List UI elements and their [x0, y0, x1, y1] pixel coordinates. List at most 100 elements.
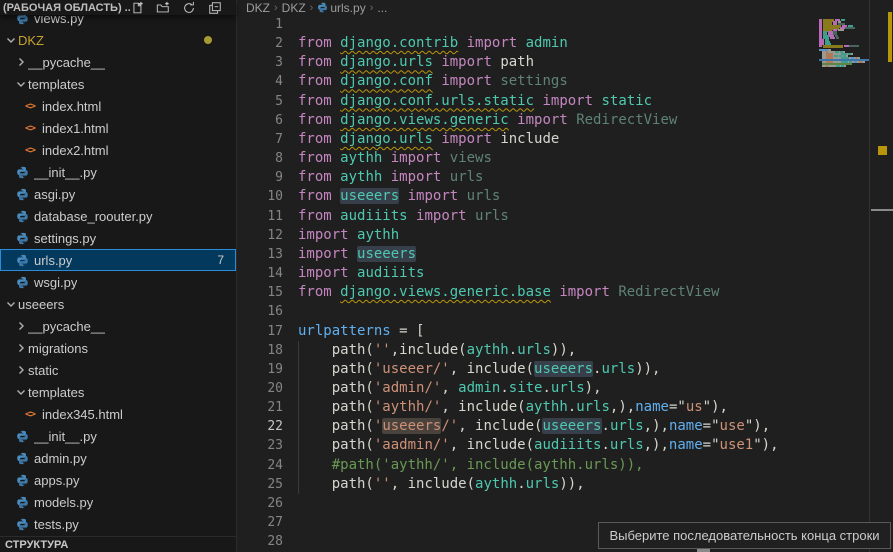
code-line-19[interactable]: path('useeer/', include(useeers.urls)), [298, 360, 779, 379]
tree-item-label: apps.py [34, 473, 80, 488]
line-number-9[interactable]: 9 [238, 168, 292, 187]
code-line-10[interactable]: from useeers import urls [298, 187, 779, 206]
code-line-17[interactable]: urlpatterns = [ [298, 322, 779, 341]
line-number-1[interactable]: 1 [238, 15, 292, 34]
line-number-12[interactable]: 12 [238, 226, 292, 245]
code-line-6[interactable]: from django.views.generic import Redirec… [298, 111, 779, 130]
collapse-all-icon[interactable] [208, 1, 222, 15]
line-number-18[interactable]: 18 [238, 341, 292, 360]
line-number-8[interactable]: 8 [238, 149, 292, 168]
code-line-13[interactable]: import useeers [298, 245, 779, 264]
code-line-5[interactable]: from django.conf.urls.static import stat… [298, 92, 779, 111]
breadcrumb-item-DKZ[interactable]: DKZ [282, 1, 306, 15]
tree-item-models.py[interactable]: models.py [0, 491, 236, 513]
tree-item-index1.html[interactable]: <>index1.html [0, 117, 236, 139]
line-number-16[interactable]: 16 [238, 302, 292, 321]
tree-item-templates[interactable]: templates [0, 381, 236, 403]
line-number-14[interactable]: 14 [238, 264, 292, 283]
tree-item-__init__.py[interactable]: __init__.py [0, 425, 236, 447]
tree-item-migrations[interactable]: migrations [0, 337, 236, 359]
code-area[interactable]: from django.contrib import adminfrom dja… [298, 15, 779, 551]
code-line-1[interactable] [298, 15, 779, 34]
tree-item-useeers[interactable]: useeers [0, 293, 236, 315]
tree-item-database_roouter.py[interactable]: database_roouter.py [0, 205, 236, 227]
breadcrumb: DKZ›DKZ› urls.py›... [238, 0, 893, 15]
code-line-7[interactable]: from django.urls import include [298, 130, 779, 149]
code-line-23[interactable]: path('aadmin/', include(audiiits.urls,),… [298, 436, 779, 455]
breadcrumb-item-urls.py[interactable]: urls.py [317, 1, 365, 15]
tree-item-admin.py[interactable]: admin.py [0, 447, 236, 469]
tree-item-settings.py[interactable]: settings.py [0, 227, 236, 249]
code-line-11[interactable]: from audiiits import urls [298, 207, 779, 226]
line-number-19[interactable]: 19 [238, 360, 292, 379]
line-number-11[interactable]: 11 [238, 207, 292, 226]
code-line-25[interactable]: path('', include(aythh.urls)), [298, 475, 779, 494]
minimap[interactable] [819, 0, 869, 552]
tree-item-apps.py[interactable]: apps.py [0, 469, 236, 491]
code-line-16[interactable] [298, 302, 779, 321]
line-number-2[interactable]: 2 [238, 34, 292, 53]
explorer-section-header[interactable]: (РАБОЧАЯ ОБЛАСТЬ) ... [0, 0, 236, 15]
code-line-22[interactable]: path('useeers/', include(useeers.urls,),… [298, 417, 779, 436]
line-number-22[interactable]: 22 [238, 417, 292, 436]
line-number-27[interactable]: 27 [238, 513, 292, 532]
code-line-20[interactable]: path('admin/', admin.site.urls), [298, 379, 779, 398]
tree-item-index345.html[interactable]: <>index345.html [0, 403, 236, 425]
line-number-5[interactable]: 5 [238, 92, 292, 111]
line-number-10[interactable]: 10 [238, 187, 292, 206]
line-number-24[interactable]: 24 [238, 456, 292, 475]
line-number-26[interactable]: 26 [238, 494, 292, 513]
tree-item-__pycache__[interactable]: __pycache__ [0, 315, 236, 337]
tree-item-asgi.py[interactable]: asgi.py [0, 183, 236, 205]
code-line-4[interactable]: from django.conf import settings [298, 72, 779, 91]
new-folder-icon[interactable] [156, 1, 170, 15]
refresh-icon[interactable] [182, 1, 196, 15]
python-file-icon [14, 429, 30, 443]
line-number-4[interactable]: 4 [238, 72, 292, 91]
tree-item-index2.html[interactable]: <>index2.html [0, 139, 236, 161]
breadcrumb-item-DKZ[interactable]: DKZ [246, 1, 270, 15]
code-line-2[interactable]: from django.contrib import admin [298, 34, 779, 53]
chevron-right-icon [14, 341, 28, 355]
tree-item-label: DKZ [18, 33, 44, 48]
code-line-3[interactable]: from django.urls import path [298, 53, 779, 72]
python-file-icon [14, 231, 30, 245]
code-line-18[interactable]: path('',include(aythh.urls)), [298, 341, 779, 360]
tree-item-__pycache__[interactable]: __pycache__ [0, 51, 236, 73]
code-line-15[interactable]: from django.views.generic.base import Re… [298, 283, 779, 302]
line-number-25[interactable]: 25 [238, 475, 292, 494]
line-number-3[interactable]: 3 [238, 53, 292, 72]
line-number-15[interactable]: 15 [238, 283, 292, 302]
line-number-6[interactable]: 6 [238, 111, 292, 130]
code-line-26[interactable] [298, 494, 779, 513]
python-file-icon [14, 275, 30, 289]
code-line-21[interactable]: path('aythh/', include(aythh.urls,),name… [298, 398, 779, 417]
outline-section-header[interactable]: СТРУКТУРА [0, 536, 236, 552]
line-number-20[interactable]: 20 [238, 379, 292, 398]
tree-item-static[interactable]: static [0, 359, 236, 381]
new-file-icon[interactable] [130, 1, 144, 15]
breadcrumb-item-...[interactable]: ... [377, 1, 387, 15]
tree-item-index.html[interactable]: <>index.html [0, 95, 236, 117]
line-number-13[interactable]: 13 [238, 245, 292, 264]
outline-title: СТРУКТУРА [0, 539, 68, 551]
tree-item-tests.py[interactable]: tests.py [0, 513, 236, 535]
line-number-21[interactable]: 21 [238, 398, 292, 417]
line-number-gutter: 1234567891011121314151617181920212223242… [238, 15, 292, 551]
tree-item-urls.py[interactable]: urls.py7 [0, 249, 236, 271]
line-number-17[interactable]: 17 [238, 322, 292, 341]
code-line-24[interactable]: #path('aythh/', include(aythh.urls)), [298, 456, 779, 475]
tree-item-DKZ[interactable]: DKZ [0, 29, 236, 51]
html-file-icon: <> [22, 121, 38, 135]
code-line-9[interactable]: from aythh import urls [298, 168, 779, 187]
tree-item-__init__.py[interactable]: __init__.py [0, 161, 236, 183]
tree-item-wsgi.py[interactable]: wsgi.py [0, 271, 236, 293]
line-number-7[interactable]: 7 [238, 130, 292, 149]
code-line-12[interactable]: import aythh [298, 226, 779, 245]
line-number-23[interactable]: 23 [238, 436, 292, 455]
line-number-28[interactable]: 28 [238, 532, 292, 551]
code-line-8[interactable]: from aythh import views [298, 149, 779, 168]
overview-ruler[interactable] [869, 0, 893, 552]
code-line-14[interactable]: import audiiits [298, 264, 779, 283]
tree-item-templates[interactable]: templates [0, 73, 236, 95]
